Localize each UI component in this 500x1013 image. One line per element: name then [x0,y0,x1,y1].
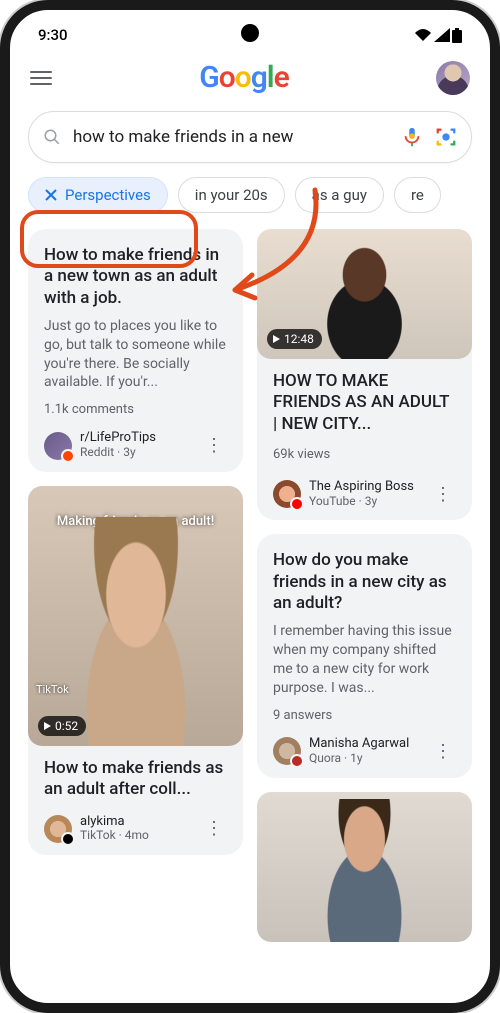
card-source: Manisha Agarwal Quora · 1y ⋮ [273,737,456,766]
more-icon[interactable]: ⋮ [201,825,227,832]
chip-more[interactable]: re [394,177,441,213]
battery-icon [452,28,462,43]
card-snippet: I remember having this issue when my com… [273,622,456,698]
source-avatar [273,737,301,765]
more-icon[interactable]: ⋮ [430,748,456,755]
quora-badge-icon [290,754,304,768]
card-snippet: Just go to places you like to go, but ta… [44,317,227,393]
card-title: How to make friends as an adult after co… [28,746,243,807]
more-icon[interactable]: ⋮ [201,442,227,449]
results-grid: How to make friends in a new town as an … [10,223,490,956]
tiktok-watermark: TikTok [36,683,69,696]
mic-icon[interactable] [401,126,423,148]
source-meta: Reddit · 3y [80,446,193,460]
source-name: r/LifeProTips [80,431,193,446]
card-stat: 69k views [257,447,472,462]
result-card-video-peek[interactable] [257,792,472,942]
card-stat: 1.1k comments [44,402,227,417]
tiktok-badge-icon [61,832,75,846]
chip-as-a-guy[interactable]: as a guy [295,177,384,213]
result-card-youtube[interactable]: 12:48 HOW TO MAKE FRIENDS AS AN ADULT | … [257,229,472,520]
menu-icon[interactable] [30,71,52,85]
close-icon [45,189,57,201]
card-title: How do you make friends in a new city as… [273,550,456,614]
camera-notch [241,24,259,42]
source-avatar [44,432,72,460]
source-meta: TikTok · 4mo [80,829,193,843]
chip-perspectives[interactable]: Perspectives [28,177,168,213]
play-icon [44,722,51,730]
filter-chips: Perspectives in your 20s as a guy re [10,173,490,223]
status-time: 9:30 [38,26,68,44]
video-thumbnail[interactable]: Making friends as an adult! TikTok 0:52 [28,486,243,746]
result-card-reddit[interactable]: How to make friends in a new town as an … [28,229,243,472]
source-meta: Quora · 1y [309,752,422,766]
status-icons [414,28,462,43]
search-icon [43,128,61,146]
header: G o o g l e [10,50,490,101]
play-icon [273,335,280,343]
wifi-icon [414,28,432,42]
phone-frame: 9:30 G o o g l e how to make friends in … [0,0,500,1013]
card-source: alykima TikTok · 4mo ⋮ [28,815,243,844]
card-stat: 9 answers [273,708,456,723]
result-card-quora[interactable]: How do you make friends in a new city as… [257,534,472,777]
source-avatar [273,480,301,508]
signal-icon [434,28,450,42]
youtube-badge-icon [290,497,304,511]
source-name: Manisha Agarwal [309,737,422,752]
card-title: HOW TO MAKE FRIENDS AS AN ADULT | NEW CI… [257,359,472,439]
search-input[interactable]: how to make friends in a new [73,127,389,147]
lens-icon[interactable] [435,126,457,148]
video-duration: 12:48 [267,329,322,349]
chip-label: Perspectives [65,186,151,204]
video-caption: Making friends as an adult! [28,514,243,529]
reddit-badge-icon [61,449,75,463]
search-bar[interactable]: how to make friends in a new [28,111,472,163]
google-logo[interactable]: G o o g l e [199,60,288,95]
results-col-left: How to make friends in a new town as an … [28,229,243,956]
chip-in-your-20s[interactable]: in your 20s [178,177,285,213]
profile-avatar[interactable] [436,61,470,95]
source-meta: YouTube · 3y [309,495,422,509]
card-title: How to make friends in a new town as an … [44,245,227,309]
result-card-tiktok[interactable]: Making friends as an adult! TikTok 0:52 … [28,486,243,855]
source-name: The Aspiring Boss [309,480,422,495]
more-icon[interactable]: ⋮ [430,491,456,498]
video-duration: 0:52 [38,716,86,736]
card-source: r/LifeProTips Reddit · 3y ⋮ [44,431,227,460]
results-col-right: 12:48 HOW TO MAKE FRIENDS AS AN ADULT | … [257,229,472,956]
source-name: alykima [80,815,193,830]
source-avatar [44,815,72,843]
video-thumbnail[interactable]: 12:48 [257,229,472,359]
video-thumbnail[interactable] [257,792,472,942]
card-source: The Aspiring Boss YouTube · 3y ⋮ [257,476,472,509]
